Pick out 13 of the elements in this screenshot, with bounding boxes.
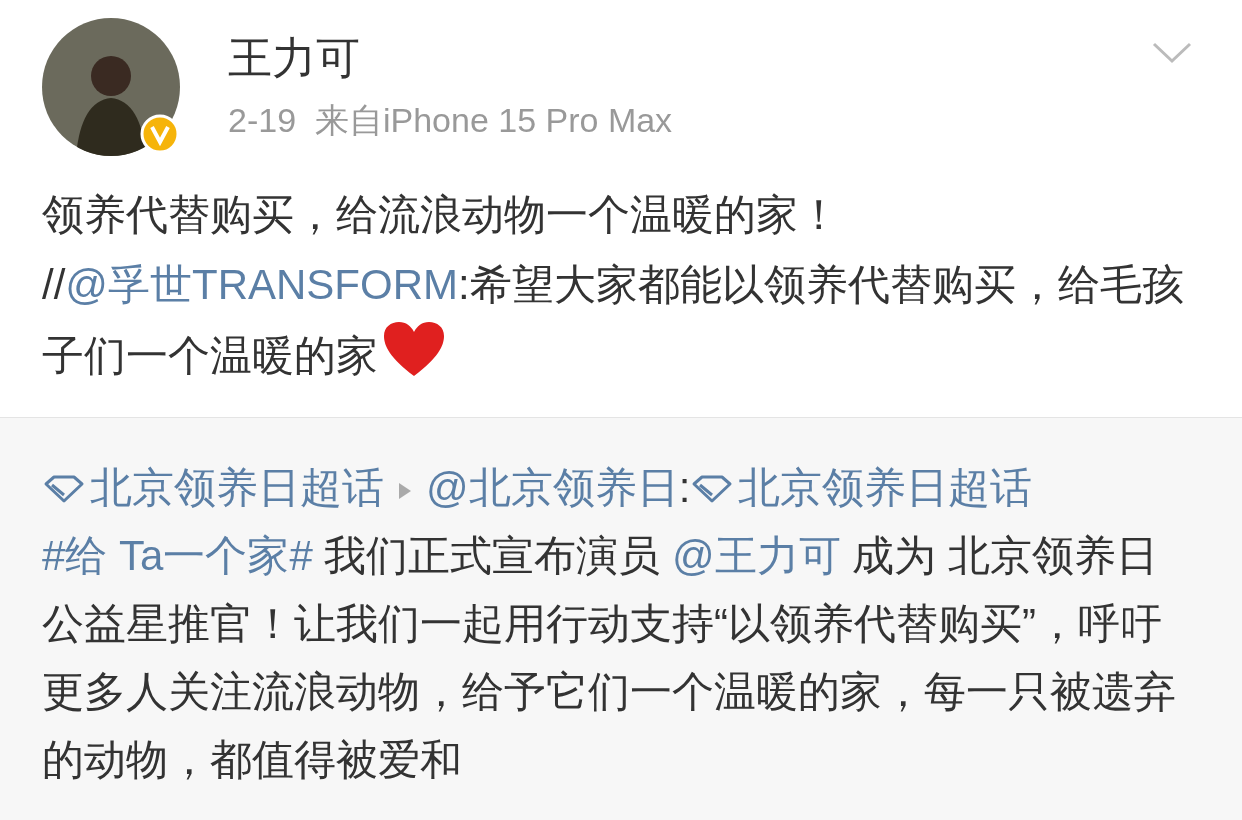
repost-text: 北京领养日超话 @北京领养日: 北京领养日超话 #给 Ta一个家# 我们正式宣布演员 @王力可 成为 北京领养日公益星推官！让我们一起用行动支持“以领养代替购买”，呼吁更多人关注流浪动物，给予它们一个温暖的家，每一只被遗弃的动物，都值得被爱和 — [42, 463, 1177, 785]
mention-link[interactable]: @北京领养日 — [426, 464, 679, 511]
triangle-icon — [398, 482, 412, 500]
topic-link[interactable]: 北京领养日超话 — [42, 464, 384, 511]
diamond-icon — [42, 474, 86, 504]
mention-link[interactable]: @孚世TRANSFORM — [65, 261, 458, 308]
post-meta: 2-19 来自iPhone 15 Pro Max — [228, 100, 674, 141]
post-text: 领养代替购买，给流浪动物一个温暖的家！ //@孚世TRANSFORM:希望大家都能以领养代替购买，给毛孩子们一个温暖的家 — [41, 190, 1185, 381]
topic-link[interactable]: 北京领养日超话 — [690, 464, 1033, 511]
author-name[interactable]: 王力可 — [228, 30, 1152, 86]
mention-link[interactable]: @王力可 — [672, 532, 841, 579]
mention-link[interactable]: #给 Ta一个家# — [42, 532, 313, 579]
heart-icon — [382, 320, 446, 378]
